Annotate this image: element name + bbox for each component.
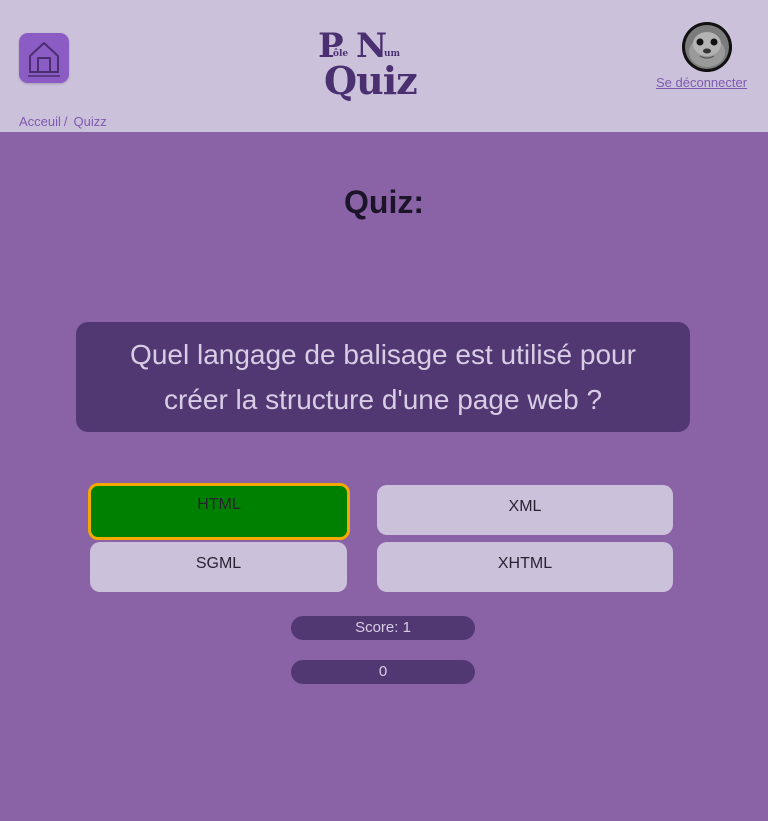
avatar[interactable] bbox=[682, 22, 732, 72]
home-icon bbox=[28, 42, 60, 77]
answer-button-sgml[interactable]: SGML bbox=[90, 542, 347, 592]
home-button[interactable] bbox=[19, 33, 69, 83]
app-logo: P ôle N um Quiz bbox=[316, 26, 418, 103]
logout-link[interactable]: Se déconnecter bbox=[656, 75, 747, 90]
breadcrumb-separator: / bbox=[63, 114, 68, 129]
breadcrumb-home[interactable]: Acceuil bbox=[19, 114, 61, 129]
answer-button-xhtml[interactable]: XHTML bbox=[377, 542, 673, 592]
breadcrumb: Acceuil / Quizz bbox=[19, 114, 107, 129]
question-text: Quel langage de balisage est utilisé pou… bbox=[130, 339, 636, 415]
answer-button-xml[interactable]: XML bbox=[377, 485, 673, 535]
seal-avatar-icon bbox=[682, 22, 732, 72]
breadcrumb-current: Quizz bbox=[73, 114, 107, 129]
question-box: Quel langage de balisage est utilisé pou… bbox=[76, 322, 690, 432]
answer-button-html[interactable]: HTML bbox=[88, 483, 350, 540]
header: P ôle N um Quiz Se déconnecter Acceuil / Q… bbox=[0, 0, 768, 132]
score-badge: Score: 1 bbox=[291, 616, 475, 640]
counter-badge: 0 bbox=[291, 660, 475, 684]
page-title: Quiz: bbox=[344, 184, 424, 220]
logo-quiz: Quiz bbox=[324, 58, 418, 103]
